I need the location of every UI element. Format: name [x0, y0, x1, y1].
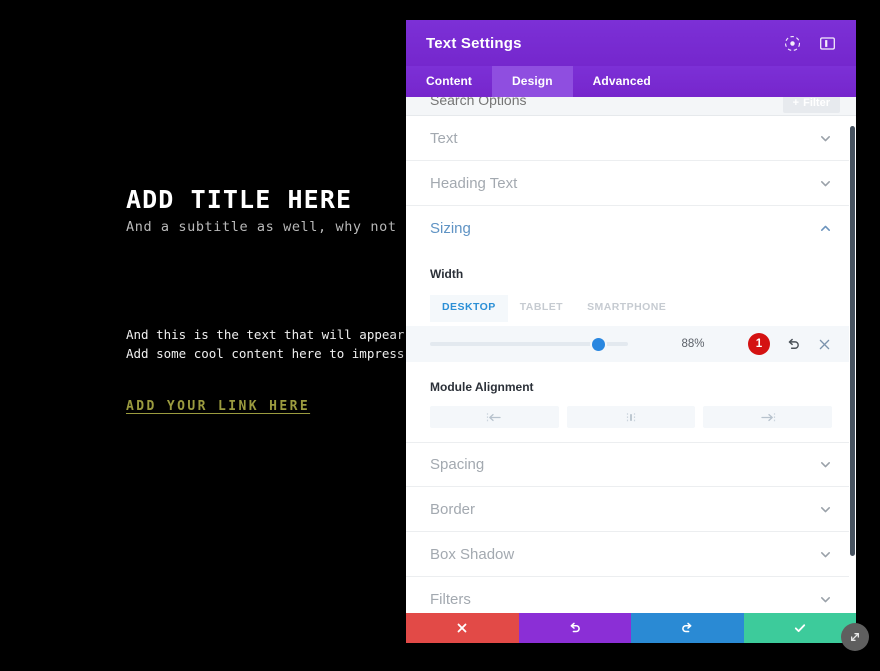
align-right-button[interactable]	[703, 406, 833, 428]
section-sizing[interactable]: Sizing	[406, 206, 856, 251]
module-alignment-label: Module Alignment	[430, 380, 534, 394]
section-border-label: Border	[430, 500, 476, 518]
preview-title: ADD TITLE HERE	[126, 185, 353, 214]
search-options-row: +Filter	[406, 97, 856, 116]
panel-scrollbar-track[interactable]	[849, 116, 856, 613]
plus-icon: +	[792, 97, 800, 109]
text-settings-panel: Text Settings Content Design Advanced Se…	[406, 20, 856, 643]
panel-tab-bar: Content Design Advanced	[406, 66, 856, 97]
chevron-down-icon	[820, 462, 831, 468]
section-sizing-label: Sizing	[430, 220, 471, 237]
width-value-input[interactable]	[654, 338, 732, 350]
close-x-icon	[457, 623, 467, 633]
cancel-button[interactable]	[406, 613, 519, 643]
align-center-button[interactable]	[566, 406, 696, 428]
chevron-down-icon	[820, 135, 831, 141]
tab-design[interactable]: Design	[492, 66, 573, 97]
redo-arrow-icon	[682, 622, 692, 633]
device-tab-tablet[interactable]: TABLET	[508, 295, 575, 322]
search-options-input[interactable]	[430, 97, 730, 108]
panel-action-bar	[406, 613, 856, 643]
panel-scrollbar-thumb[interactable]	[850, 126, 855, 556]
section-border[interactable]: Border	[406, 487, 856, 532]
chevron-down-icon	[820, 596, 831, 602]
redo-button[interactable]	[631, 613, 744, 643]
preview-link[interactable]: ADD YOUR LINK HERE	[126, 399, 310, 414]
diagonal-resize-icon	[851, 633, 859, 641]
device-tab-desktop[interactable]: DESKTOP	[430, 295, 508, 322]
section-filters[interactable]: Filters	[406, 577, 856, 613]
section-spacing[interactable]: Spacing	[406, 442, 856, 487]
panel-header-icons	[784, 35, 836, 52]
chevron-down-icon	[820, 180, 831, 186]
chevron-down-icon	[820, 551, 831, 557]
panel-resize-handle[interactable]	[841, 623, 869, 651]
undo-button[interactable]	[518, 613, 631, 643]
undo-arrow-icon	[570, 622, 580, 633]
device-tab-smartphone[interactable]: SMARTPHONE	[575, 295, 678, 322]
preview-subtitle: And a subtitle as well, why not	[126, 219, 397, 235]
app-root: ADD TITLE HERE And a subtitle as well, w…	[0, 0, 880, 671]
filter-button[interactable]: + Filter	[782, 97, 840, 113]
checkmark-icon	[794, 624, 805, 633]
section-box-shadow[interactable]: Box Shadow	[406, 532, 856, 577]
section-heading-text[interactable]: Heading Text	[406, 161, 856, 206]
focus-target-icon[interactable]	[784, 35, 801, 52]
notification-badge[interactable]: 1	[748, 333, 770, 355]
section-box-shadow-label: Box Shadow	[430, 545, 515, 563]
panel-scroll-body: Text Heading Text Sizing Width DESKTOP T…	[406, 116, 856, 613]
chevron-up-icon	[820, 225, 831, 231]
filter-button-label: Filter	[803, 97, 830, 109]
align-left-button[interactable]	[430, 406, 559, 428]
tab-advanced[interactable]: Advanced	[573, 66, 671, 97]
panel-header: Text Settings	[406, 20, 856, 66]
layout-panel-icon[interactable]	[819, 35, 836, 52]
sizing-section-content: Width DESKTOP TABLET SMARTPHONE 1	[406, 251, 856, 442]
section-text-label: Text	[430, 129, 458, 147]
close-x-icon[interactable]	[817, 337, 832, 352]
section-text[interactable]: Text	[406, 116, 856, 161]
width-slider-track[interactable]	[430, 337, 628, 351]
width-slider-row: 1	[406, 326, 856, 362]
save-button[interactable]	[743, 613, 856, 643]
align-right-icon	[761, 412, 775, 422]
device-tab-group: DESKTOP TABLET SMARTPHONE	[430, 295, 832, 322]
section-filters-label: Filters	[430, 590, 471, 608]
panel-title: Text Settings	[426, 34, 522, 52]
section-heading-text-label: Heading Text	[430, 174, 518, 192]
align-center-icon	[626, 412, 636, 422]
undo-arrow-icon[interactable]	[786, 337, 801, 352]
tab-content[interactable]: Content	[406, 66, 492, 97]
align-left-icon	[487, 412, 501, 422]
section-spacing-label: Spacing	[430, 456, 485, 473]
width-slider-handle[interactable]	[591, 337, 605, 351]
module-alignment-group	[430, 406, 833, 428]
width-field-label: Width	[430, 267, 464, 281]
chevron-down-icon	[820, 506, 831, 512]
